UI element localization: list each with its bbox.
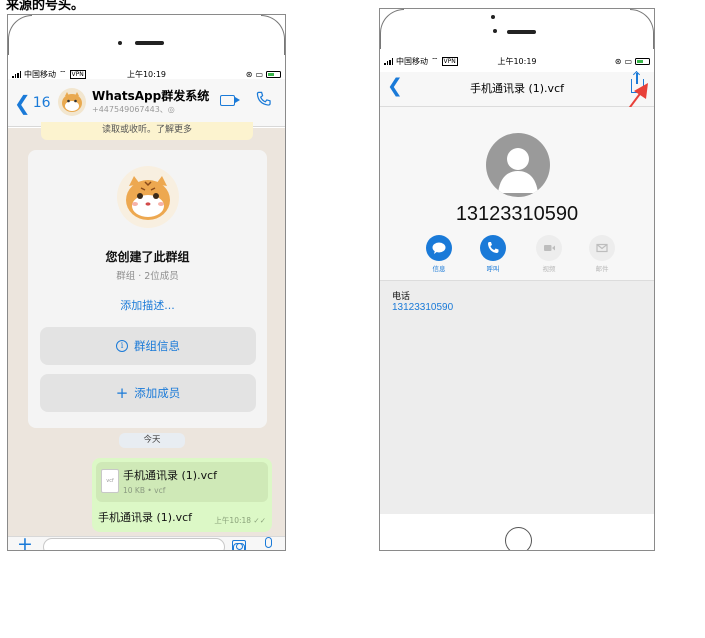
group-avatar-large[interactable] [117,166,179,228]
page: 来源的号头。 中国移动 ⌔ VPN 上午10:19 ⊛ ▭ ❮ 16 Whats… [0,0,705,638]
chat-title[interactable]: WhatsApp群发系统 [92,87,209,104]
status-bar: 中国移动 ⌔ VPN 上午10:19 ⊛ ▭ [380,54,654,68]
message-input[interactable] [43,538,245,550]
attach-plus-icon[interactable]: + [17,533,33,550]
phone-call-icon[interactable] [256,91,271,110]
chat-header: ❮ 16 WhatsApp群发系统 +447549067443、◎ [8,79,285,127]
chat-input-bar: + [8,533,285,550]
earpiece-speaker [507,30,536,34]
group-created-text: 您创建了此群组 [105,250,190,264]
info-icon: i [116,340,128,352]
message-bubble-icon [426,235,452,261]
camera-icon[interactable] [232,540,246,550]
microphone-icon[interactable] [265,537,272,548]
mail-action-button[interactable]: 邮件 [587,235,617,273]
alarm-icon: ⊛ [245,69,253,79]
group-created-card: 您创建了此群组 群组 · 2位成员 添加描述... i 群组信息 + 添加成员 [28,150,267,428]
contact-detail-section: 电话 13123310590 [380,281,654,514]
add-member-button[interactable]: + 添加成员 [40,374,256,412]
video-action-button[interactable]: 视频 [534,235,564,273]
front-camera [491,15,495,19]
phone-bottom-bezel [380,514,654,550]
alarm-icon: ⊛ [614,56,622,66]
outgoing-message-bubble[interactable]: vcf 手机通讯录 (1).vcf 10 KB • vcf 手机通讯录 (1).… [92,458,272,532]
back-button[interactable]: ❮ 16 [14,91,51,115]
message-action-button[interactable]: 信息 [424,235,454,273]
date-separator: 今天 [119,433,185,448]
file-attachment[interactable]: vcf 手机通讯录 (1).vcf 10 KB • vcf [96,462,268,502]
contact-number-large: 13123310590 [455,203,579,225]
chevron-left-icon: ❮ [14,91,31,115]
bezel-corner-left [380,9,404,49]
group-avatar-small[interactable] [58,88,86,116]
add-description-link[interactable]: 添加描述... [28,297,267,313]
right-phone-contact: 中国移动 ⌔ VPN 上午10:19 ⊛ ▭ ❮ 手机通讯录 (1).vcf 1… [379,8,655,551]
call-action-button[interactable]: 呼叫 [478,235,508,273]
earpiece-speaker [135,41,164,45]
front-camera [118,41,122,45]
message-caption: 手机通讯录 (1).vcf [98,511,193,524]
message-action-label: 信息 [432,265,446,273]
plus-icon: + [115,384,129,402]
top-caption: 来源的号头。 [6,0,85,13]
message-time: 上午10:18 ✓✓ [214,516,266,525]
attachment-file-meta: 10 KB • vcf [123,486,166,495]
status-time: 上午10:19 [126,69,167,79]
chat-body: 读取或收听。了解更多 您创建了此群组 群组 · 2位成员 添加描述... i 群… [8,122,285,536]
document-icon: vcf [101,469,119,493]
mail-action-label: 邮件 [595,265,609,273]
envelope-icon [589,235,615,261]
home-button[interactable] [505,527,532,550]
group-info-button[interactable]: i 群组信息 [40,327,256,365]
group-info-label: 群组信息 [134,339,180,353]
phone-top-bezel [380,9,654,59]
unread-count: 16 [32,95,51,111]
attachment-file-name: 手机通讯录 (1).vcf [123,469,218,482]
contact-avatar-icon [486,133,550,197]
bezel-corner-right [261,15,285,55]
phone-top-bezel [8,15,285,65]
left-phone-whatsapp: 中国移动 ⌔ VPN 上午10:19 ⊛ ▭ ❮ 16 WhatsApp群发系统… [7,14,286,551]
bezel-corner-right [630,9,654,49]
add-member-label: 添加成员 [134,386,181,400]
chat-subtitle: +447549067443、◎ [92,105,175,114]
group-members-text: 群组 · 2位成员 [116,271,179,282]
phone-field-value[interactable]: 13123310590 [392,302,453,313]
video-camera-icon [536,235,562,261]
front-camera-dot [493,29,497,33]
video-call-icon[interactable] [220,95,240,106]
phone-field-label: 电话 [392,292,411,302]
video-action-label: 视频 [542,265,556,273]
screen-icon: ▭ [624,56,632,66]
encryption-notice[interactable]: 读取或收听。了解更多 [41,122,253,140]
status-time: 上午10:19 [497,56,537,66]
phone-icon [480,235,506,261]
bezel-corner-left [8,15,32,55]
battery-icon [266,70,281,78]
battery-icon [635,57,650,65]
screen-icon: ▭ [255,69,263,79]
call-action-label: 呼叫 [486,265,500,273]
contact-header: 13123310590 信息 呼叫 视频 邮件 [380,107,654,281]
